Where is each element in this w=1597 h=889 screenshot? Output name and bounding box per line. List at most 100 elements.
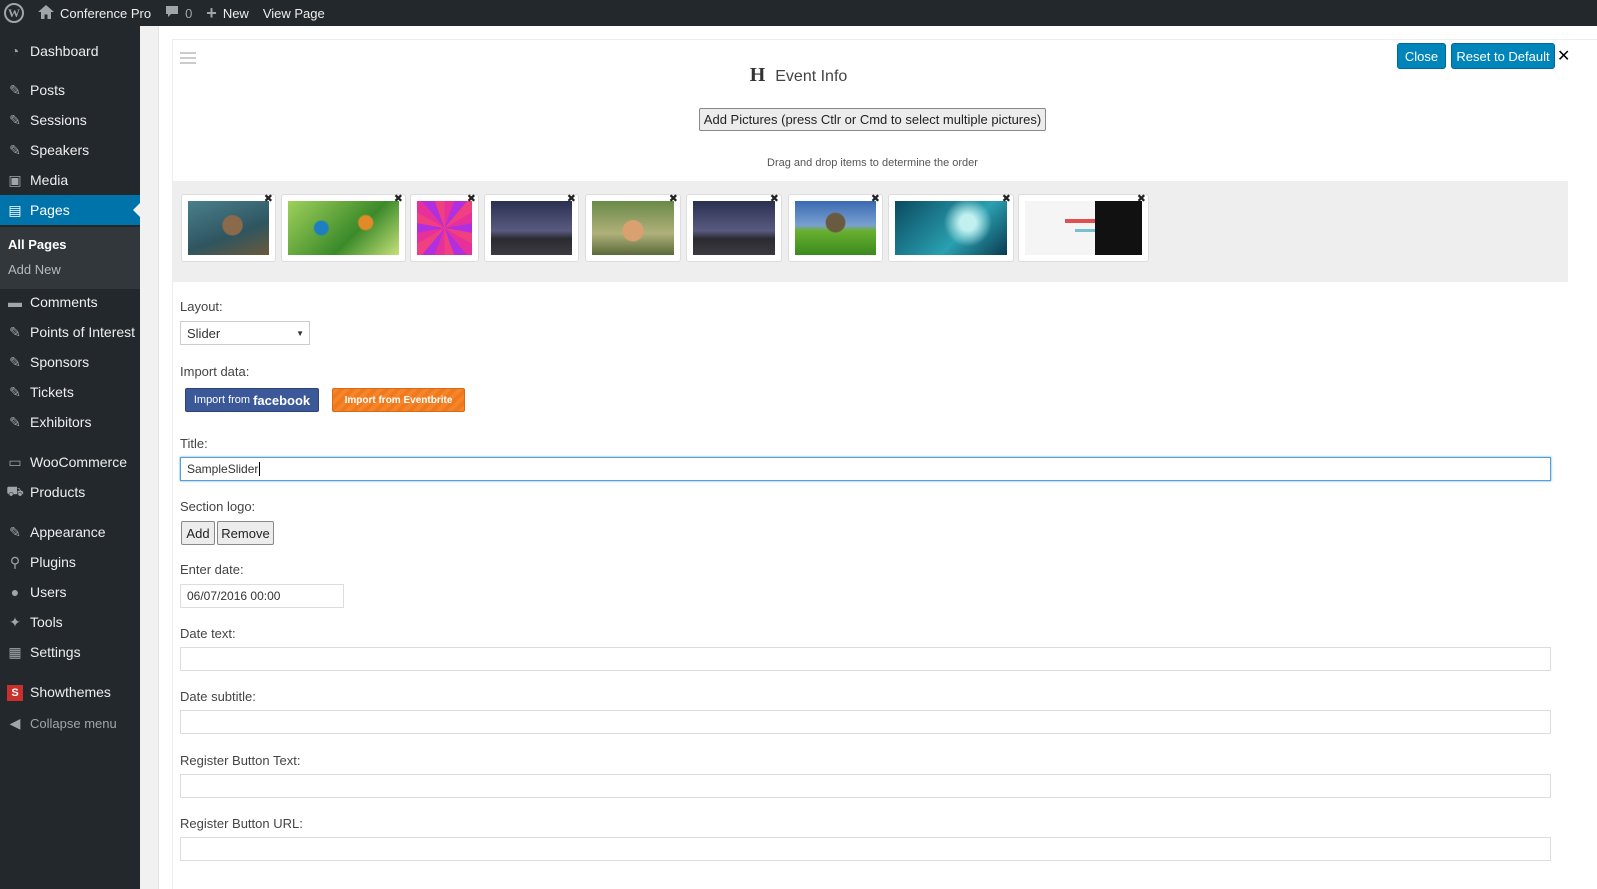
pin-icon: ✎ (9, 413, 21, 430)
facebook-logo-text: facebook (253, 392, 311, 408)
sidebar-item-exhibitors[interactable]: ✎ Exhibitors (0, 407, 140, 437)
gallery-thumbnail[interactable]: ✖ (410, 192, 479, 262)
new-content-link[interactable]: + New (199, 0, 256, 26)
view-page-link[interactable]: View Page (256, 0, 332, 26)
gallery-thumbnail[interactable]: ✖ (181, 192, 276, 262)
pin-icon: ✎ (9, 111, 21, 128)
sidebar-item-label: Tickets (30, 384, 74, 400)
remove-picture-icon[interactable]: ✖ (669, 192, 678, 205)
sidebar-item-label: Comments (30, 294, 98, 310)
date-text-label: Date text: (180, 626, 236, 641)
heading-icon: H (749, 64, 766, 86)
drag-hint-text: Drag and drop items to determine the ord… (767, 157, 978, 169)
register-button-url-label: Register Button URL: (180, 816, 303, 831)
sidebar-item-label: Users (30, 584, 67, 600)
sidebar-item-settings[interactable]: ▦ Settings (0, 637, 140, 667)
title-label: Title: (180, 436, 208, 451)
sidebar-item-tools[interactable]: ✦ Tools (0, 607, 140, 637)
sidebar-item-label: Tools (30, 614, 63, 630)
import-data-label: Import data: (180, 364, 250, 379)
wordpress-icon: W (4, 3, 24, 23)
pages-icon: ▤ (8, 201, 22, 218)
sidebar-item-comments[interactable]: ▬ Comments (0, 287, 140, 317)
collapse-menu-label: Collapse menu (30, 715, 117, 731)
sidebar-item-sponsors[interactable]: ✎ Sponsors (0, 347, 140, 377)
showthemes-icon: S (7, 685, 23, 701)
chevron-down-icon: ▼ (296, 328, 304, 338)
import-eventbrite-button[interactable]: Import from Eventbrite (332, 388, 465, 412)
remove-logo-button[interactable]: Remove (217, 521, 274, 545)
dashboard-icon: ◔ (10, 43, 20, 59)
wrench-icon: ✦ (9, 613, 21, 630)
title-input[interactable]: SampleSlider (180, 457, 1551, 481)
sidebar-item-plugins[interactable]: ⚲ Plugins (0, 547, 140, 577)
date-text-input[interactable] (180, 647, 1551, 671)
comment-icon (165, 5, 179, 21)
sidebar-item-appearance[interactable]: ✎ Appearance (0, 517, 140, 547)
thumbnail-image-kingfishers (288, 201, 399, 255)
cart-icon: ⛟ (6, 482, 24, 499)
gallery-thumbnail[interactable]: ✖ (686, 192, 782, 262)
thumbnail-image-website-screenshot (1025, 201, 1142, 255)
sidebar-item-tickets[interactable]: ✎ Tickets (0, 377, 140, 407)
date-input[interactable]: 06/07/2016 00:00 (180, 584, 344, 608)
import-facebook-button[interactable]: Import from facebook (185, 388, 319, 412)
sidebar-item-showthemes[interactable]: S Showthemes (0, 677, 140, 707)
sidebar-item-label: Exhibitors (30, 414, 92, 430)
close-icon[interactable]: ✕ (1557, 46, 1570, 66)
add-pictures-button[interactable]: Add Pictures (press Ctlr or Cmd to selec… (699, 108, 1046, 131)
gallery-thumbnail[interactable]: ✖ (1018, 192, 1149, 262)
thumbnail-image-water-drops (895, 201, 1007, 255)
layout-select[interactable]: Slider ▼ (180, 321, 310, 345)
sidebar-item-sessions[interactable]: ✎ Sessions (0, 105, 140, 135)
submenu-item-all-pages[interactable]: All Pages (8, 237, 67, 252)
sidebar-item-users[interactable]: ● Users (0, 577, 140, 607)
remove-picture-icon[interactable]: ✖ (871, 192, 880, 205)
sidebar-item-media[interactable]: ▣ Media (0, 165, 140, 195)
admin-sidebar: ◔ Dashboard ✎ Posts ✎ Sessions ✎ Speaker… (0, 26, 140, 889)
user-icon: ● (10, 584, 20, 600)
register-button-text-input[interactable] (180, 774, 1551, 798)
remove-picture-icon[interactable]: ✖ (1002, 192, 1011, 205)
sidebar-item-woocommerce[interactable]: ▭ WooCommerce (0, 447, 140, 477)
remove-picture-icon[interactable]: ✖ (770, 192, 779, 205)
panel-title: H Event Info (0, 64, 1597, 87)
register-button-url-input[interactable] (180, 837, 1551, 861)
import-facebook-prefix: Import from (193, 394, 251, 406)
layout-label: Layout: (180, 299, 223, 314)
sidebar-item-label: Showthemes (30, 684, 111, 700)
date-subtitle-input[interactable] (180, 710, 1551, 734)
thumbnail-image-dandelion-field (795, 201, 876, 255)
gallery-thumbnail[interactable]: ✖ (281, 192, 406, 262)
remove-picture-icon[interactable]: ✖ (467, 192, 476, 205)
gallery-thumbnail[interactable]: ✖ (484, 192, 579, 262)
submenu-item-add-new[interactable]: Add New (8, 262, 61, 277)
panel-title-text: Event Info (775, 68, 848, 85)
sidebar-item-products[interactable]: ⛟ Products (0, 477, 140, 507)
comments-link[interactable]: 0 (158, 0, 199, 26)
sidebar-item-label: Speakers (30, 142, 90, 158)
comment-icon: ▬ (8, 294, 22, 310)
remove-picture-icon[interactable]: ✖ (394, 192, 403, 205)
reset-to-default-button[interactable]: Reset to Default (1451, 43, 1555, 69)
picture-gallery: ✖ ✖ ✖ ✖ ✖ ✖ ✖ ✖ ✖ (172, 181, 1568, 282)
gallery-thumbnail[interactable]: ✖ (585, 192, 681, 262)
woocommerce-icon: ▭ (8, 453, 22, 470)
thumbnail-image-lightning-city (693, 201, 775, 255)
sidebar-item-label: Sessions (30, 112, 87, 128)
remove-picture-icon[interactable]: ✖ (567, 192, 576, 205)
remove-picture-icon[interactable]: ✖ (1137, 192, 1146, 205)
sidebar-item-label: Appearance (30, 524, 106, 540)
sidebar-item-points-of-interest[interactable]: ✎ Points of Interest (0, 317, 140, 347)
site-name-link[interactable]: Conference Pro (31, 0, 158, 26)
collapse-menu-button[interactable]: ◀ Collapse menu (0, 708, 140, 738)
sidebar-item-dashboard[interactable]: ◔ Dashboard (0, 36, 140, 66)
settings-icon: ▦ (8, 643, 22, 660)
sidebar-item-pages[interactable]: ▤ Pages (0, 195, 140, 225)
add-logo-button[interactable]: Add (181, 521, 215, 545)
gallery-thumbnail[interactable]: ✖ (888, 192, 1014, 262)
remove-picture-icon[interactable]: ✖ (264, 192, 273, 205)
wordpress-logo-button[interactable]: W (0, 0, 31, 26)
close-button[interactable]: Close (1397, 43, 1446, 69)
gallery-thumbnail[interactable]: ✖ (788, 192, 883, 262)
